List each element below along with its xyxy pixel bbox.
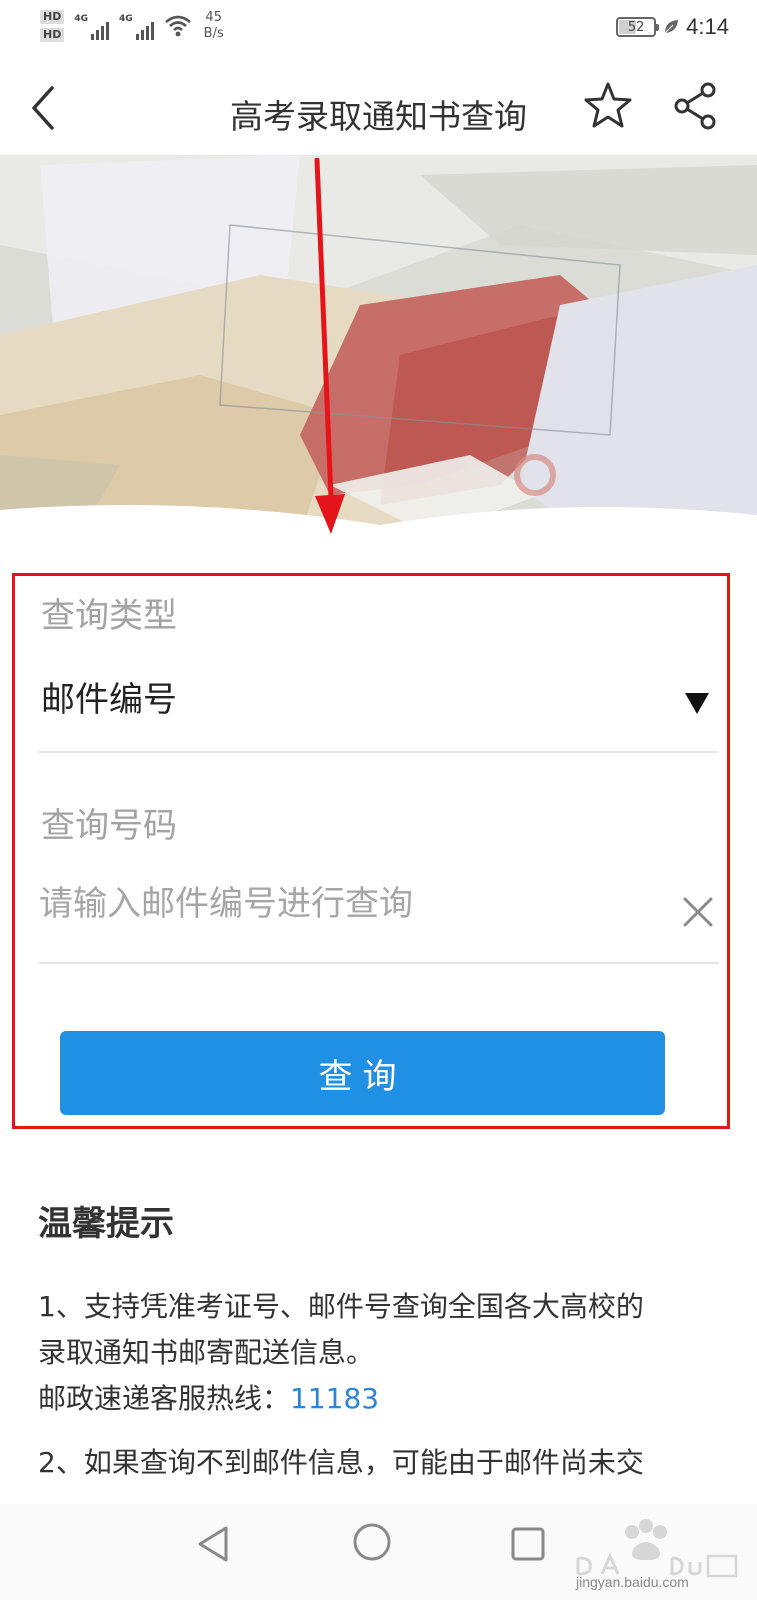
system-nav-bar: jingyan.baidu.com — [0, 1504, 757, 1600]
wifi-icon — [164, 15, 191, 37]
hotline-number[interactable]: 11183 — [290, 1382, 379, 1415]
query-type-select[interactable]: 邮件编号 — [41, 672, 177, 721]
tip-item-1-line2: 录取通知书邮寄配送信息。 — [38, 1336, 375, 1369]
leaf-icon — [664, 20, 679, 34]
status-bar: HD HD 4G 4G 45 B/s 52 4:14 — [0, 0, 757, 64]
banner-image — [0, 155, 757, 535]
dropdown-triangle-icon[interactable] — [683, 690, 711, 716]
title-bar: 高考录取通知书查询 — [0, 64, 757, 156]
divider — [39, 962, 719, 964]
status-time: 4:14 — [686, 14, 729, 39]
sim2-hd-badge: HD — [40, 28, 65, 42]
status-right: 52 4:14 — [616, 14, 729, 40]
network-speed-value: 45 — [205, 10, 222, 25]
network-speed-unit: B/s — [203, 26, 224, 41]
status-left: HD HD 4G 4G 45 B/s — [40, 10, 224, 42]
sim1-hd-badge: HD — [40, 10, 65, 24]
nav-back-icon[interactable] — [194, 1524, 234, 1564]
signal-icon: 4G — [74, 10, 109, 40]
watermark-text: jingyan.baidu.com — [576, 1574, 689, 1590]
battery-icon: 52 — [616, 17, 660, 37]
query-form: 查询类型 邮件编号 查询号码 查询 — [12, 573, 730, 1129]
signal-icon-2: 4G — [119, 10, 154, 40]
tip-item-2-line1: 2、如果查询不到邮件信息，可能由于邮件尚未交 — [38, 1446, 644, 1479]
star-icon[interactable] — [580, 78, 636, 134]
clear-icon[interactable] — [680, 894, 716, 930]
network-type-label: 4G — [74, 14, 88, 24]
network-type-label-2: 4G — [119, 14, 133, 24]
divider — [39, 751, 719, 753]
tip-item-1: 1、支持凭准考证号、邮件号查询全国各大高校的 录取通知书邮寄配送信息。 邮政速递… — [38, 1284, 728, 1422]
nav-recent-icon[interactable] — [508, 1524, 548, 1564]
tips-title: 温馨提示 — [38, 1204, 174, 1244]
tip-item-1-line1: 1、支持凭准考证号、邮件号查询全国各大高校的 — [38, 1290, 644, 1323]
hotline: 邮政速递客服热线：11183 — [38, 1376, 728, 1422]
tip-item-2: 2、如果查询不到邮件信息，可能由于邮件尚未交 — [38, 1440, 728, 1486]
battery-level: 52 — [627, 19, 645, 35]
query-type-label: 查询类型 — [41, 596, 177, 636]
sim-indicators: HD HD — [40, 10, 65, 42]
nav-home-icon[interactable] — [350, 1520, 394, 1564]
query-number-input[interactable] — [39, 876, 649, 932]
query-number-label: 查询号码 — [41, 806, 177, 846]
hotline-label: 邮政速递客服热线： — [38, 1382, 291, 1415]
network-speed: 45 B/s — [204, 10, 224, 42]
share-icon[interactable] — [668, 78, 724, 134]
query-button[interactable]: 查询 — [60, 1031, 665, 1115]
page-title: 高考录取通知书查询 — [230, 97, 527, 136]
